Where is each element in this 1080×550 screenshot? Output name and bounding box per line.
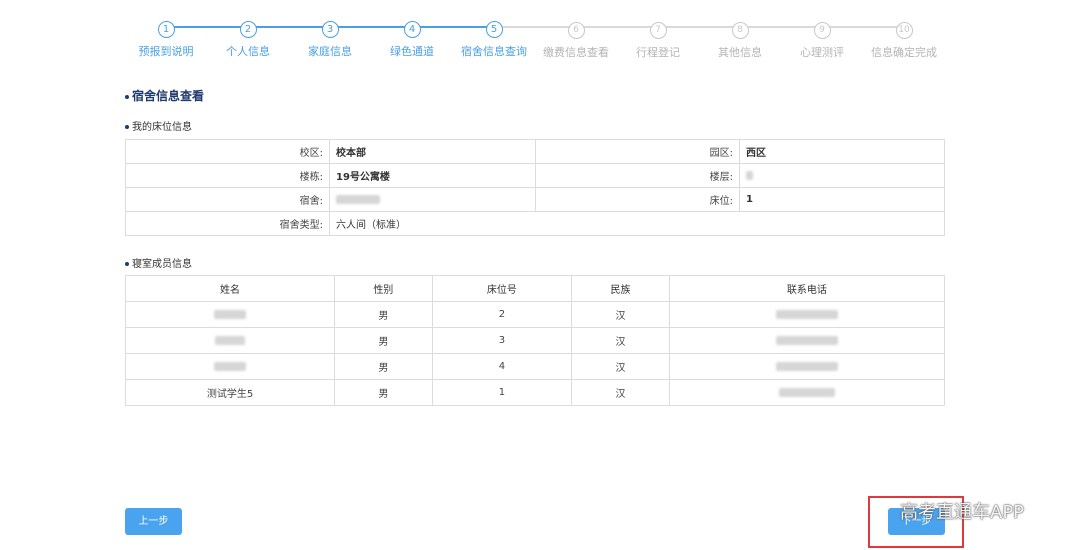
dorm-label: 宿舍: <box>125 187 330 212</box>
member-name <box>124 353 336 380</box>
member-phone <box>668 327 946 354</box>
bed-info-table: 校区: 校本部 园区: 西区 楼栋: 19号公寓楼 楼层: 宿舍: 床位: 1 … <box>125 139 945 236</box>
watermark-text: 高考直通车APP <box>900 502 1025 523</box>
step-number: 8 <box>731 22 749 39</box>
member-phone <box>668 379 946 406</box>
step-number: 5 <box>485 21 503 38</box>
redacted-phone <box>778 387 835 397</box>
member-name: 测试学生5 <box>124 379 336 406</box>
redacted-phone <box>775 335 838 345</box>
column-header-phone: 联系电话 <box>668 275 946 302</box>
step-number: 10 <box>895 22 913 39</box>
member-gender: 男 <box>334 379 433 406</box>
step-number: 1 <box>157 21 175 38</box>
dorm-type-value: 六人间（标准） <box>329 211 945 236</box>
area-value: 西区 <box>739 139 945 164</box>
column-header-name: 姓名 <box>124 275 336 302</box>
member-bed: 3 <box>431 327 573 354</box>
member-gender: 男 <box>334 301 433 328</box>
step-10[interactable]: 10 信息确定完成 <box>854 17 954 60</box>
member-phone <box>668 353 946 380</box>
bed-label: 床位: <box>535 187 740 212</box>
step-number: 3 <box>321 21 339 38</box>
table-row: 男 2 汉 <box>124 301 946 328</box>
building-value: 19号公寓楼 <box>329 163 536 188</box>
table-row: 测试学生5 男 1 汉 <box>124 379 946 406</box>
redacted-name <box>215 335 246 345</box>
member-bed: 4 <box>431 353 573 380</box>
redacted-dorm <box>336 194 380 204</box>
step-number: 7 <box>649 22 667 39</box>
floor-value <box>739 163 945 188</box>
step-number: 6 <box>567 22 585 39</box>
redacted-name <box>214 309 247 319</box>
member-ethnicity: 汉 <box>571 379 670 406</box>
campus-label: 校区: <box>125 139 330 164</box>
table-row: 宿舍: 床位: 1 <box>125 187 945 212</box>
bullet-dot-icon <box>125 262 129 266</box>
table-row: 男 3 汉 <box>124 327 946 354</box>
floor-label: 楼层: <box>535 163 740 188</box>
column-header-gender: 性别 <box>334 275 433 302</box>
member-name <box>124 327 336 354</box>
progress-stepper: 1 预报到说明 2 个人信息 3 家庭信息 4 绿色通道 5 宿舍信息查询 6 … <box>0 0 1080 70</box>
building-label: 楼栋: <box>125 163 330 188</box>
dorm-type-label: 宿舍类型: <box>125 211 330 236</box>
area-label: 园区: <box>535 139 740 164</box>
dorm-value <box>329 187 536 212</box>
table-row: 校区: 校本部 园区: 西区 <box>125 139 945 164</box>
step-label: 信息确定完成 <box>871 46 937 59</box>
bullet-dot-icon <box>125 125 129 129</box>
bed-info-subtitle: 我的床位信息 <box>125 118 192 133</box>
column-header-bed: 床位号 <box>431 275 573 302</box>
member-ethnicity: 汉 <box>571 327 670 354</box>
section-title: 宿舍信息查看 <box>125 87 204 104</box>
column-header-ethnicity: 民族 <box>571 275 670 302</box>
table-header-row: 姓名 性别 床位号 民族 联系电话 <box>124 275 946 302</box>
member-name <box>124 301 336 328</box>
member-ethnicity: 汉 <box>571 301 670 328</box>
table-row: 楼栋: 19号公寓楼 楼层: <box>125 163 945 188</box>
table-row: 宿舍类型: 六人间（标准） <box>125 211 945 236</box>
member-bed: 1 <box>431 379 573 406</box>
member-phone <box>668 301 946 328</box>
member-gender: 男 <box>334 353 433 380</box>
members-subtitle: 寝室成员信息 <box>125 255 192 270</box>
step-number: 2 <box>239 21 257 38</box>
table-row: 男 4 汉 <box>124 353 946 380</box>
redacted-name <box>214 361 247 371</box>
redacted-floor <box>746 170 753 180</box>
bed-value: 1 <box>739 187 945 212</box>
member-gender: 男 <box>334 327 433 354</box>
member-ethnicity: 汉 <box>571 353 670 380</box>
previous-step-button[interactable]: 上一步 <box>125 508 182 535</box>
bullet-dot-icon <box>125 94 129 99</box>
members-table: 姓名 性别 床位号 民族 联系电话 男 2 汉 男 3 汉 男 4 汉 测试学生… <box>124 275 946 406</box>
campus-value: 校本部 <box>329 139 536 164</box>
redacted-phone <box>775 309 838 319</box>
step-number: 9 <box>813 22 831 39</box>
step-number: 4 <box>403 21 421 38</box>
redacted-phone <box>775 361 838 371</box>
member-bed: 2 <box>431 301 573 328</box>
